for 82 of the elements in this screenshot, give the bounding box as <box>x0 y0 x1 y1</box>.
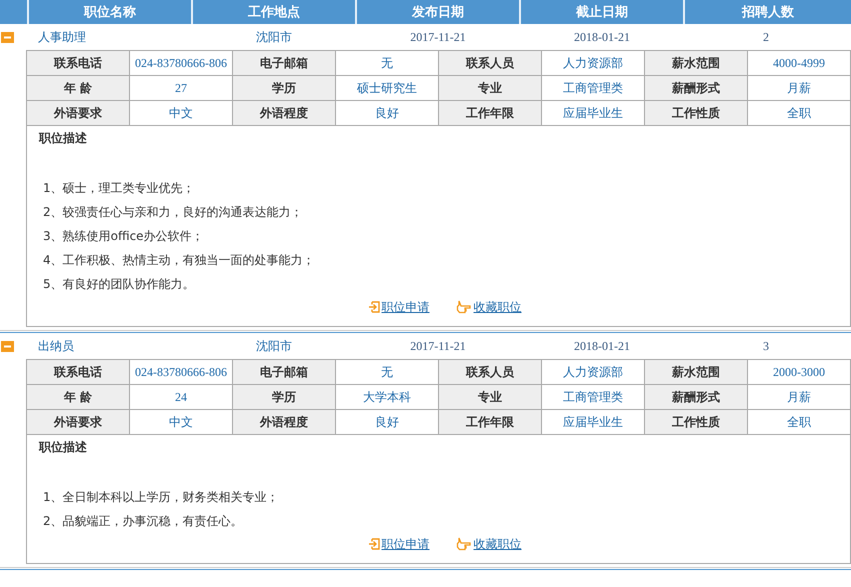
field-label: 电子邮箱 <box>232 360 336 384</box>
field-label: 工作年限 <box>438 100 542 126</box>
hand-icon <box>456 300 472 314</box>
requirement-text: 4、工作积极、热情主动，有独当一面的处事能力； <box>43 253 315 267</box>
field-label: 薪水范围 <box>644 360 748 384</box>
field-value: 应届毕业生 <box>542 410 644 434</box>
publish-date: 2017-11-21 <box>410 30 466 44</box>
field-label: 学历 <box>232 384 336 410</box>
column-heading: 发布日期 <box>412 4 464 21</box>
collapse-icon[interactable] <box>1 340 14 352</box>
field-value: 应届毕业生 <box>542 100 644 126</box>
enter-icon <box>368 301 380 313</box>
field-value: 大学本科 <box>336 384 438 410</box>
field-label: 联系人员 <box>438 50 542 76</box>
publish-date: 2017-11-21 <box>410 338 466 352</box>
favorite-link[interactable]: 收藏职位 <box>456 298 522 316</box>
field-value: 人力资源部 <box>542 360 644 384</box>
apply-link[interactable]: 职位申请 <box>368 298 430 316</box>
field-value: 良好 <box>336 100 438 126</box>
description-title: 职位描述 <box>39 439 88 456</box>
field-value: 月薪 <box>748 384 850 410</box>
field-label: 年 龄 <box>26 384 130 410</box>
deadline-date: 2018-01-21 <box>574 30 630 44</box>
field-label: 电子邮箱 <box>232 50 336 76</box>
description-title: 职位描述 <box>39 130 88 147</box>
collapse-icon[interactable] <box>1 32 14 42</box>
field-label: 薪酬形式 <box>644 76 748 100</box>
column-heading: 工作地点 <box>248 4 300 21</box>
field-value: 中文 <box>130 100 232 126</box>
field-value: 024-83780666-806 <box>130 360 232 384</box>
field-label: 年 龄 <box>26 76 130 100</box>
apply-link[interactable]: 职位申请 <box>368 536 430 552</box>
field-label: 外语程度 <box>232 100 336 126</box>
field-value: 中文 <box>130 410 232 434</box>
field-label: 工作性质 <box>644 410 748 434</box>
field-label: 联系电话 <box>26 360 130 384</box>
requirement-text: 2、品貌端正，办事沉稳，有责任心。 <box>43 514 243 528</box>
column-heading: 职位名称 <box>84 4 136 21</box>
field-value: 4000-4999 <box>748 50 850 76</box>
field-value: 2000-3000 <box>748 360 850 384</box>
field-label: 薪水范围 <box>644 50 748 76</box>
column-heading: 招聘人数 <box>742 4 794 21</box>
favorite-link[interactable]: 收藏职位 <box>456 536 522 552</box>
deadline-date: 2018-01-21 <box>574 338 630 352</box>
field-value: 24 <box>130 384 232 410</box>
requirement-text: 5、有良好的团队协作能力。 <box>43 277 195 291</box>
openings-count: 3 <box>763 338 769 352</box>
field-label: 联系人员 <box>438 360 542 384</box>
field-label: 学历 <box>232 76 336 100</box>
openings-count: 2 <box>763 30 769 44</box>
field-label: 薪酬形式 <box>644 384 748 410</box>
column-heading: 截止日期 <box>576 4 628 21</box>
field-value: 27 <box>130 76 232 100</box>
field-label: 专业 <box>438 76 542 100</box>
field-value: 无 <box>336 50 438 76</box>
field-value: 工商管理类 <box>542 76 644 100</box>
field-label: 外语程度 <box>232 410 336 434</box>
field-value: 全职 <box>748 100 850 126</box>
hand-icon <box>456 537 472 551</box>
requirement-text: 3、熟练使用office办公软件； <box>43 229 204 243</box>
field-value: 月薪 <box>748 76 850 100</box>
field-value: 无 <box>336 360 438 384</box>
field-value: 024-83780666-806 <box>130 50 232 76</box>
field-value: 良好 <box>336 410 438 434</box>
field-value: 全职 <box>748 410 850 434</box>
field-value: 人力资源部 <box>542 50 644 76</box>
enter-icon <box>368 538 380 550</box>
field-label: 工作年限 <box>438 410 542 434</box>
field-value: 硕士研究生 <box>336 76 438 100</box>
requirement-text: 2、较强责任心与亲和力，良好的沟通表达能力； <box>43 205 303 219</box>
field-label: 外语要求 <box>26 100 130 126</box>
field-label: 外语要求 <box>26 410 130 434</box>
field-label: 工作性质 <box>644 100 748 126</box>
requirement-text: 1、全日制本科以上学历，财务类相关专业； <box>43 490 279 504</box>
requirement-text: 1、硕士，理工类专业优先； <box>43 181 195 195</box>
field-value: 工商管理类 <box>542 384 644 410</box>
location-text: 沈阳市 <box>256 30 292 44</box>
field-label: 专业 <box>438 384 542 410</box>
field-label: 联系电话 <box>26 50 130 76</box>
job-title-link[interactable]: 出纳员 <box>38 338 74 352</box>
location-text: 沈阳市 <box>256 338 292 352</box>
job-title-link[interactable]: 人事助理 <box>38 30 86 44</box>
